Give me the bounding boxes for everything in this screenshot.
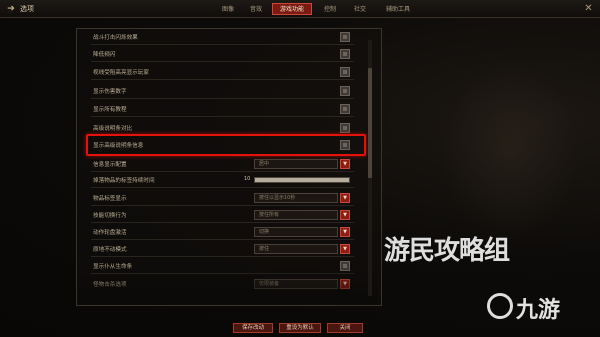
tab-gameplay[interactable]: 游戏功能 <box>272 3 312 15</box>
setting-label: 掉落物品的标签持续时间 <box>93 178 155 184</box>
row-divider <box>91 171 354 172</box>
dropdown-value: 居中 <box>259 161 270 167</box>
reset-default-button[interactable]: 重设为默认 <box>279 323 321 333</box>
setting-label: 物品标签显示 <box>93 196 127 202</box>
tab-controls[interactable]: 控制 <box>318 4 342 15</box>
close-icon[interactable]: ✕ <box>582 2 595 15</box>
setting-row-drop-label-duration: 掉落物品的标签持续时间 10 <box>91 173 354 188</box>
row-divider <box>91 187 354 188</box>
setting-row-wheel-activation: 动作轮盘激活 切换 ▼ <box>91 225 354 240</box>
scrollbar-thumb[interactable] <box>368 68 372 178</box>
setting-row-occluded-highlight: 视线受阻高亮显示玩家 <box>91 65 354 80</box>
checkbox[interactable] <box>340 104 350 114</box>
row-divider <box>91 44 354 45</box>
page-title: 选项 <box>20 5 34 13</box>
chevron-down-icon[interactable]: ▼ <box>340 279 350 289</box>
setting-label: 原地不动模式 <box>93 247 127 253</box>
setting-row-damage-numbers: 显示伤害数字 <box>91 84 354 99</box>
dropdown-value: 按住以显示10秒 <box>259 195 296 201</box>
setting-label: 显示仆从生命条 <box>93 264 133 270</box>
close-button[interactable]: 关闭 <box>327 323 363 333</box>
checkbox[interactable] <box>340 67 350 77</box>
row-divider <box>91 79 354 80</box>
row-divider <box>91 239 354 240</box>
top-bar: ➔ 选项 图像 音效 游戏功能 控制 社交 辅助工具 ✕ <box>0 0 600 18</box>
setting-row-info-display: 信息显示配置 居中 ▼ <box>91 157 354 172</box>
dropdown-value: 按住 <box>259 246 270 252</box>
tab-accessibility[interactable]: 辅助工具 <box>378 4 418 15</box>
row-divider <box>91 98 354 99</box>
tab-graphics[interactable]: 图像 <box>216 4 240 15</box>
dropdown-value: 按住所有 <box>259 212 280 218</box>
back-arrow-icon[interactable]: ➔ <box>5 3 17 15</box>
chevron-down-icon[interactable]: ▼ <box>340 193 350 203</box>
checkbox[interactable] <box>340 261 350 271</box>
row-divider <box>91 61 354 62</box>
checkbox[interactable] <box>340 32 350 42</box>
dropdown-value: 切换 <box>259 229 270 235</box>
row-divider <box>91 222 354 223</box>
setting-label: 信息显示配置 <box>93 162 127 168</box>
setting-label: 显示所有教程 <box>93 107 127 113</box>
setting-label: 降低频闪 <box>93 52 116 58</box>
slider-value: 10 <box>244 176 251 182</box>
row-divider <box>91 256 354 257</box>
setting-label: 战斗打击闪烁效果 <box>93 35 138 41</box>
setting-label: 技能切换行为 <box>93 213 127 219</box>
row-divider <box>91 116 354 117</box>
chevron-down-icon[interactable]: ▼ <box>340 244 350 254</box>
dropdown-value: 仅限装备 <box>259 281 280 287</box>
chevron-down-icon[interactable]: ▼ <box>340 210 350 220</box>
row-divider <box>91 273 354 274</box>
setting-label: 怪物击杀选项 <box>93 282 127 288</box>
setting-label: 显示伤害数字 <box>93 89 127 95</box>
watermark-logo-icon <box>487 293 513 319</box>
setting-label: 高级说明条对比 <box>93 126 133 132</box>
checkbox[interactable] <box>340 86 350 96</box>
watermark-brand: 九游 <box>516 298 561 323</box>
checkbox[interactable] <box>340 123 350 133</box>
slider[interactable] <box>254 177 350 183</box>
setting-row-stand-still: 原地不动模式 按住 ▼ <box>91 242 354 257</box>
setting-row-item-label: 物品标签显示 按住以显示10秒 ▼ <box>91 191 354 206</box>
chevron-down-icon[interactable]: ▼ <box>340 159 350 169</box>
setting-row-minion-life: 显示仆从生命条 <box>91 259 354 274</box>
setting-row-skill-switch: 技能切换行为 按住所有 ▼ <box>91 208 354 223</box>
setting-label: 视线受阻高亮显示玩家 <box>93 70 149 76</box>
tab-social[interactable]: 社交 <box>348 4 372 15</box>
setting-row-tutorials: 显示所有教程 <box>91 102 354 117</box>
watermark-text: 游民攻略组 <box>384 236 510 266</box>
background-emblem <box>440 60 580 240</box>
setting-row-pet-loot: 怪物击杀选项 仅限装备 ▼ <box>91 277 354 292</box>
highlight-box <box>86 134 366 156</box>
save-button[interactable]: 保存改动 <box>233 323 273 333</box>
setting-label: 动作轮盘激活 <box>93 230 127 236</box>
setting-row-reduce-strobe: 降低频闪 <box>91 47 354 62</box>
row-divider <box>91 205 354 206</box>
tab-audio[interactable]: 音效 <box>244 4 268 15</box>
checkbox[interactable] <box>340 49 350 59</box>
setting-row-combat-flash: 战斗打击闪烁效果 <box>91 30 354 45</box>
slider-fill <box>255 178 349 182</box>
chevron-down-icon[interactable]: ▼ <box>340 227 350 237</box>
